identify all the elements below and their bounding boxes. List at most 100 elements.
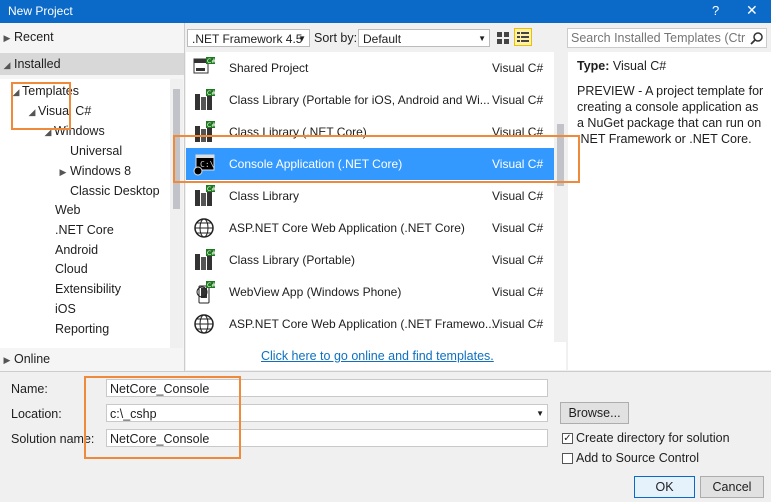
template-language: Visual C# — [492, 125, 544, 139]
template-item[interactable]: C# Class Library (Portable) Visual C# — [186, 244, 554, 276]
create-directory-checkbox[interactable]: ✓ — [562, 433, 573, 444]
globe-icon — [192, 216, 216, 240]
expand-down-icon: ◢ — [28, 107, 36, 117]
template-item[interactable]: ASP.NET Core Web Application (.NET Frame… — [186, 308, 554, 340]
installed-node[interactable]: ◢ Installed — [0, 53, 184, 75]
svg-text:C#: C# — [207, 90, 216, 97]
expand-down-icon: ◢ — [44, 127, 52, 137]
ok-button[interactable]: OK — [634, 476, 695, 498]
class-library-icon: C# — [192, 120, 216, 144]
framework-select[interactable]: .NET Framework 4.5 ▼ — [187, 29, 310, 47]
template-language: Visual C# — [492, 93, 544, 107]
browse-button[interactable]: Browse... — [560, 402, 629, 424]
tree-item-universal[interactable]: Universal — [70, 142, 122, 161]
name-label: Name: — [11, 382, 48, 396]
expand-down-icon: ◢ — [3, 60, 11, 70]
list-view-button[interactable] — [514, 28, 532, 46]
expand-right-icon: ▶ — [3, 355, 11, 365]
search-input[interactable] — [568, 29, 749, 47]
template-name: ASP.NET Core Web Application (.NET Frame… — [229, 317, 495, 331]
console-app-icon: C:\ — [192, 152, 216, 176]
tree-item-cloud[interactable]: Cloud — [55, 260, 88, 279]
scroll-thumb[interactable] — [173, 89, 180, 209]
template-item[interactable]: C# Class Library (.NET Core) Visual C# — [186, 116, 554, 148]
template-item[interactable]: C# Shared Project Visual C# — [186, 52, 554, 84]
installed-label: Installed — [14, 57, 61, 71]
tree-item-templates[interactable]: ◢ Templates — [10, 82, 79, 102]
type-label: Type: — [577, 59, 610, 73]
tree-item-windows[interactable]: ◢ Windows — [42, 122, 105, 142]
checkmark-icon: ✓ — [563, 433, 572, 444]
class-library-icon: C# — [192, 184, 216, 208]
template-item[interactable]: C# Class Library (Portable for iOS, Andro… — [186, 84, 554, 116]
template-tree: ◢ Templates ◢ Visual C# ◢ Windows Universal… — [0, 79, 170, 369]
template-description: PREVIEW - A project template for creatin… — [577, 84, 764, 146]
tree-item-net-core[interactable]: .NET Core — [55, 221, 114, 240]
online-label: Online — [14, 352, 51, 366]
svg-text:C#: C# — [207, 250, 216, 257]
template-item[interactable]: C# Class Library Visual C# — [186, 180, 554, 212]
tree-item-visual-csharp[interactable]: ◢ Visual C# — [26, 102, 92, 122]
grid-view-icon — [497, 32, 509, 44]
tree-item-ios[interactable]: iOS — [55, 300, 76, 319]
tree-item-windows-8[interactable]: ▶ Windows 8 — [56, 162, 132, 182]
svg-text:C#: C# — [207, 282, 216, 289]
class-library-icon: C# — [192, 248, 216, 272]
name-input[interactable]: NetCore_Console — [106, 379, 548, 397]
list-view-icon — [517, 32, 529, 42]
tree-item-extensibility[interactable]: Extensibility — [55, 280, 121, 299]
phone-icon: C# — [192, 280, 216, 304]
template-item[interactable]: ASP.NET Core Web Application (.NET Core)… — [186, 212, 554, 244]
class-library-icon: C# — [192, 88, 216, 112]
template-list-scrollbar[interactable] — [554, 52, 567, 342]
template-name: WebView App (Windows Phone) — [229, 285, 402, 299]
globe-icon — [192, 312, 216, 336]
template-name: Shared Project — [229, 61, 309, 75]
project-form: Name: NetCore_Console Location: c:\_cshp… — [0, 371, 771, 502]
sort-by-select[interactable]: Default ▼ — [358, 29, 490, 47]
recent-label: Recent — [14, 30, 54, 44]
svg-text:C#: C# — [207, 122, 216, 129]
template-item[interactable]: C:\ Console Application (.NET Core) Visual… — [186, 148, 554, 180]
grid-view-button[interactable] — [494, 29, 512, 47]
chevron-down-icon: ▼ — [536, 409, 544, 418]
template-name: Class Library (.NET Core) — [229, 125, 367, 139]
solution-name-input[interactable]: NetCore_Console — [106, 429, 548, 447]
tree-item-android[interactable]: Android — [55, 241, 98, 260]
sort-by-label: Sort by: — [314, 31, 358, 45]
window-title: New Project — [8, 4, 73, 18]
template-name: Class Library (Portable for iOS, Android… — [229, 93, 490, 107]
svg-text:C:\: C:\ — [200, 160, 215, 169]
scroll-thumb[interactable] — [557, 124, 564, 186]
shared-project-icon: C# — [192, 56, 216, 80]
add-source-control-label: Add to Source Control — [576, 451, 699, 465]
location-combo[interactable]: c:\_cshp ▼ — [106, 404, 548, 422]
expand-right-icon: ▶ — [59, 167, 67, 177]
add-source-control-checkbox[interactable] — [562, 453, 573, 464]
cancel-button[interactable]: Cancel — [700, 476, 764, 498]
template-name: Console Application (.NET Core) — [229, 157, 403, 171]
tree-item-classic-desktop[interactable]: Classic Desktop — [70, 182, 160, 201]
create-directory-label: Create directory for solution — [576, 431, 730, 445]
template-language: Visual C# — [492, 285, 544, 299]
online-templates-link[interactable]: Click here to go online and find templat… — [261, 349, 494, 363]
expand-down-icon: ◢ — [12, 87, 20, 97]
solution-name-label: Solution name: — [11, 432, 95, 446]
template-language: Visual C# — [492, 157, 544, 171]
template-language: Visual C# — [492, 189, 544, 203]
template-item[interactable]: C# WebView App (Windows Phone) Visual C# — [186, 276, 554, 308]
tree-item-reporting[interactable]: Reporting — [55, 320, 109, 339]
tree-scrollbar[interactable] — [170, 79, 183, 369]
template-name: Class Library (Portable) — [229, 253, 356, 267]
template-name: Class Library — [229, 189, 300, 203]
chevron-down-icon: ▼ — [478, 34, 486, 43]
template-language: Visual C# — [492, 253, 544, 267]
details-pane: Type: Visual C# PREVIEW - A project temp… — [568, 52, 771, 370]
recent-node[interactable]: ▶ Recent — [0, 26, 184, 48]
close-button[interactable]: ✕ — [746, 2, 758, 19]
online-node[interactable]: ▶ Online — [0, 348, 184, 370]
template-list: C# Shared Project Visual C# C# Class Library… — [186, 52, 554, 342]
help-button[interactable]: ? — [712, 3, 719, 18]
search-templates-box[interactable] — [567, 28, 767, 48]
tree-item-web[interactable]: Web — [55, 201, 80, 220]
